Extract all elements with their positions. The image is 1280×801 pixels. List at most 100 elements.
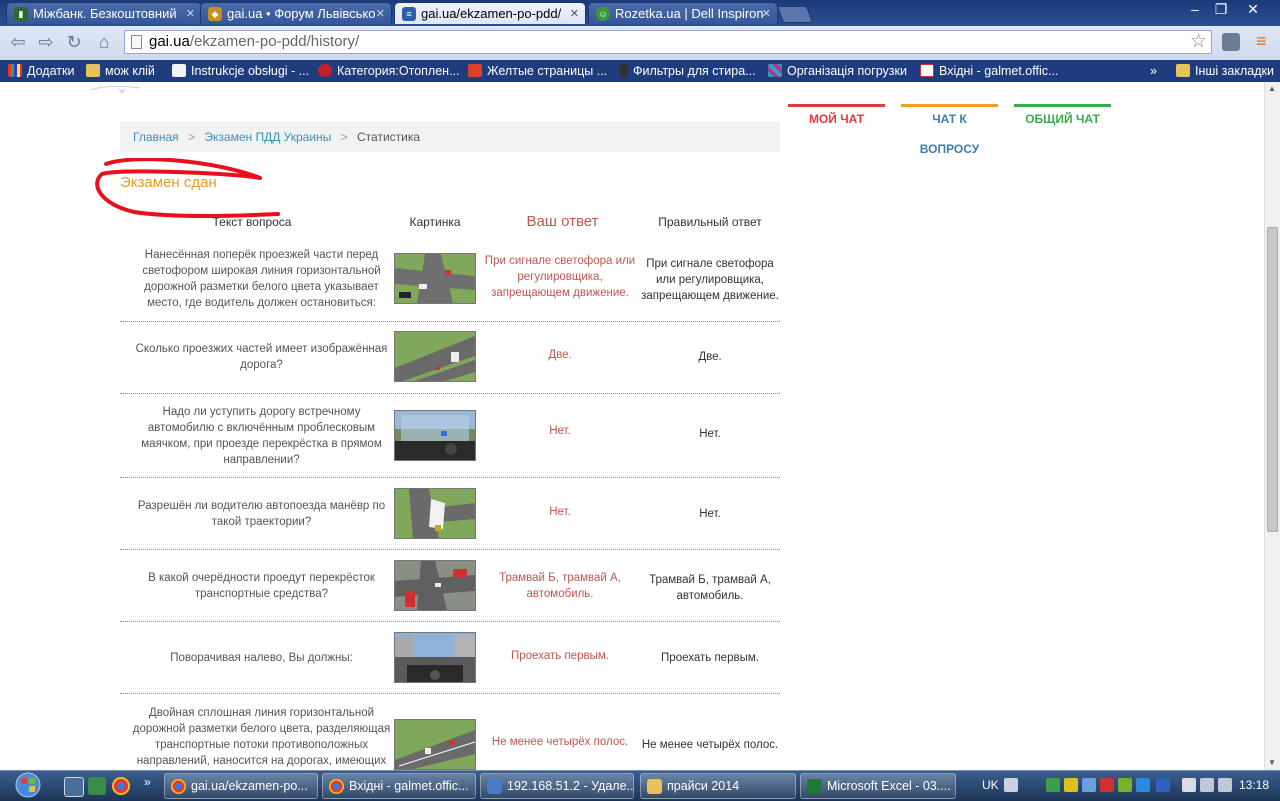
- tab-label: ЧАТ К ВОПРОСУ: [919, 112, 980, 156]
- question-text: Двойная сплошная линия горизонтальной до…: [132, 707, 391, 767]
- bookmark-instrukcje[interactable]: Instrukcje obsługi - ...: [172, 63, 309, 79]
- question-text: Сколько проезжих частей имеет изображённ…: [135, 343, 388, 371]
- chrome-icon[interactable]: [112, 777, 130, 795]
- bookmarks-more-label: »: [1150, 64, 1157, 78]
- correct-answer: Нет.: [699, 428, 721, 440]
- scroll-up-arrow-icon[interactable]: ▲: [1268, 84, 1276, 93]
- breadcrumb-current: Статистика: [357, 130, 421, 144]
- header-your-answer: Ваш ответ: [526, 213, 599, 230]
- home-icon[interactable]: ⌂: [92, 32, 116, 53]
- bookmark-label: Організація погрузки: [787, 64, 907, 78]
- bookmark-apps[interactable]: Додатки: [8, 63, 74, 79]
- site-logo-icon: [90, 85, 140, 94]
- battery-icon[interactable]: [1182, 778, 1196, 792]
- tab-question-chat[interactable]: ЧАТ К ВОПРОСУ: [901, 104, 998, 156]
- browser-tab-mizhbank[interactable]: ▮ Міжбанк. Безкоштовний ✕: [6, 2, 202, 24]
- tab-my-chat[interactable]: МОЙ ЧАТ: [788, 104, 885, 128]
- address-bar[interactable]: gai.ua/ekzamen-po-pdd/history/ ☆: [124, 30, 1212, 54]
- question-image-road[interactable]: [394, 331, 476, 382]
- bottle-icon: [620, 64, 628, 77]
- volume-icon[interactable]: [1218, 778, 1232, 792]
- taskbar-item-gmail[interactable]: Вхідні - galmet.offic...: [322, 773, 476, 799]
- bookmark-label: Категория:Отоплен...: [337, 64, 460, 78]
- bookmark-label: Фильтры для стира...: [633, 64, 756, 78]
- extension-icon[interactable]: [1222, 33, 1240, 51]
- windows-start-button[interactable]: [6, 771, 50, 801]
- security-icon[interactable]: [1064, 778, 1078, 792]
- table-row: Сколько проезжих частей имеет изображённ…: [120, 322, 780, 394]
- calculator-icon[interactable]: [88, 777, 106, 795]
- window-close-icon[interactable]: ✕: [1238, 0, 1268, 18]
- network-activity-icon[interactable]: [1082, 778, 1096, 792]
- new-tab-button[interactable]: [776, 6, 814, 23]
- question-image-left-turn[interactable]: [394, 632, 476, 683]
- question-image-tram-crossing[interactable]: [394, 560, 476, 611]
- bluetooth-icon[interactable]: [1156, 778, 1170, 792]
- close-icon[interactable]: ✕: [376, 3, 385, 24]
- network-icon[interactable]: [1200, 778, 1214, 792]
- bookmarks-bar: Додатки мож клій Instrukcje obsługi - ..…: [0, 60, 1280, 82]
- question-image-truck[interactable]: [394, 488, 476, 539]
- reload-icon[interactable]: ↻: [62, 32, 86, 53]
- language-indicator[interactable]: UK: [982, 778, 999, 792]
- bookmark-zheltye-stranitsy[interactable]: Желтые страницы ...: [468, 63, 607, 79]
- taskbar-item-remote-desktop[interactable]: 192.168.51.2 - Удале...: [480, 773, 634, 799]
- menu-icon[interactable]: ≡: [1256, 31, 1267, 52]
- your-answer: Проехать первым.: [511, 650, 609, 662]
- google-drive-icon[interactable]: [1046, 778, 1060, 792]
- tab-general-chat[interactable]: ОБЩИЙ ЧАТ: [1014, 104, 1111, 128]
- taskbar-item-label: прайси 2014: [667, 779, 740, 793]
- taskbar-item-label: 192.168.51.2 - Удале...: [507, 779, 634, 793]
- clock[interactable]: 13:18: [1239, 778, 1269, 792]
- tab-title: Rozetka.ua | Dell Inspiron: [615, 6, 764, 21]
- taskbar-item-excel[interactable]: Microsoft Excel - 03....: [800, 773, 956, 799]
- table-row: Нанесённая поперёк проезжей части перед …: [120, 240, 780, 322]
- scroll-down-arrow-icon[interactable]: ▼: [1268, 758, 1276, 767]
- show-desktop-icon[interactable]: [64, 777, 84, 797]
- rozetka-icon: ☺: [596, 7, 610, 21]
- bookmark-folder-mozh-kliy[interactable]: мож клій: [86, 63, 155, 79]
- bookmark-star-icon[interactable]: ☆: [1190, 30, 1207, 53]
- correct-answer: Проехать первым.: [661, 652, 759, 664]
- excel-icon: [807, 779, 822, 794]
- question-image-double-line[interactable]: [394, 719, 476, 770]
- scrollbar-thumb[interactable]: [1267, 227, 1278, 532]
- bookmark-kategoriya[interactable]: Категория:Отоплен...: [318, 63, 460, 79]
- bookmark-label: Вхідні - galmet.offic...: [939, 64, 1059, 78]
- taskbar-more-chevron-icon[interactable]: »: [144, 775, 151, 789]
- update-icon[interactable]: [1118, 778, 1132, 792]
- taskbar-item-prices-folder[interactable]: прайси 2014: [640, 773, 796, 799]
- bookmark-vkhidni-galmet[interactable]: Вхідні - galmet.offic...: [920, 63, 1058, 79]
- browser-tab-gai-forum[interactable]: ◆ gai.ua • Форум Львівсько ✕: [200, 2, 392, 24]
- bookmarks-more-chevron-icon[interactable]: »: [1150, 63, 1157, 79]
- question-image-intersection[interactable]: [394, 253, 476, 304]
- warning-icon[interactable]: [1100, 778, 1114, 792]
- correct-answer: Две.: [698, 351, 722, 363]
- back-arrow-icon[interactable]: ⇦: [6, 32, 30, 53]
- bookmark-other-folder[interactable]: Інші закладки: [1176, 63, 1274, 79]
- close-icon[interactable]: ✕: [762, 3, 771, 24]
- question-text: Поворачивая налево, Вы должны:: [170, 652, 353, 664]
- remote-desktop-icon: [487, 779, 502, 794]
- page-scrollbar[interactable]: ▲ ▼: [1264, 82, 1280, 770]
- breadcrumb-home-link[interactable]: Главная: [133, 130, 179, 144]
- close-icon[interactable]: ✕: [570, 3, 579, 24]
- breadcrumb-exam-link[interactable]: Экзамен ПДД Украины: [204, 130, 331, 144]
- table-row: Поворачивая налево, Вы должны: Проехать …: [120, 622, 780, 694]
- breadcrumb-separator: >: [340, 130, 348, 144]
- car-icon: ◆: [208, 7, 222, 21]
- bookmark-filtry[interactable]: Фильтры для стира...: [620, 63, 756, 79]
- info-icon[interactable]: [1136, 778, 1150, 792]
- question-image-cabin-view[interactable]: [394, 410, 476, 461]
- restore-icon[interactable]: ❐: [1206, 0, 1236, 18]
- browser-tab-strip: ▮ Міжбанк. Безкоштовний ✕ ◆ gai.ua • Фор…: [0, 0, 1280, 26]
- browser-tab-rozetka[interactable]: ☺ Rozetka.ua | Dell Inspiron ✕: [588, 2, 778, 24]
- url-text[interactable]: gai.ua/ekzamen-po-pdd/history/: [149, 33, 359, 50]
- taskbar-item-gai[interactable]: gai.ua/ekzamen-po...: [164, 773, 318, 799]
- browser-tab-gai-exam[interactable]: ≡ gai.ua/ekzamen-po-pdd/ ✕: [394, 2, 586, 24]
- keyboard-icon[interactable]: [1004, 778, 1018, 792]
- folder-icon: [86, 64, 100, 77]
- forward-arrow-icon[interactable]: ⇨: [34, 32, 58, 53]
- bookmark-organizatsiya[interactable]: Організація погрузки: [768, 63, 907, 79]
- close-icon[interactable]: ✕: [186, 3, 195, 24]
